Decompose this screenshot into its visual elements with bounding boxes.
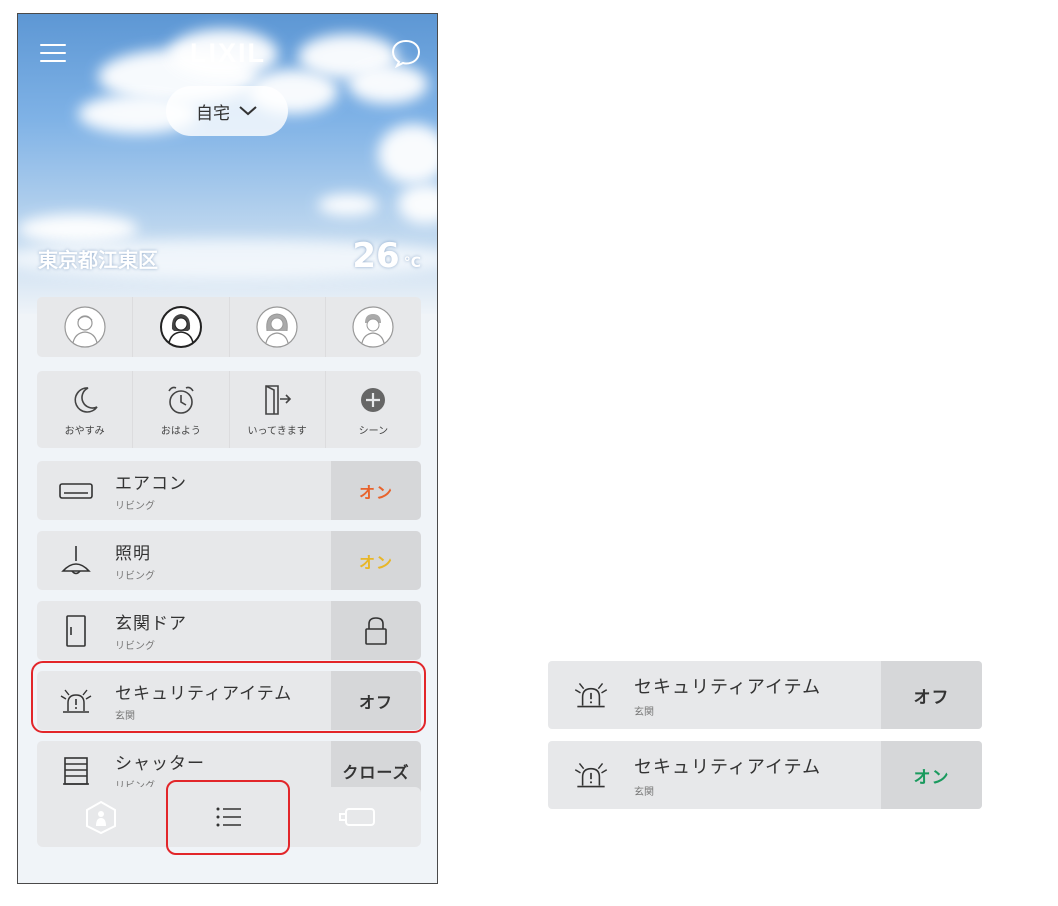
scene-oyasumi[interactable]: おやすみ: [37, 371, 134, 448]
door-exit-icon: [265, 384, 292, 415]
menu-icon[interactable]: [40, 42, 66, 64]
temperature-unit: °C: [403, 255, 421, 271]
device-name: 玄関ドア: [115, 614, 187, 634]
device-name: セキュリティアイテム: [634, 756, 822, 778]
security-row-highlight: [31, 661, 426, 733]
device-row-aircon[interactable]: エアコン リビング オン: [37, 461, 421, 520]
alarm-clock-icon: [168, 386, 194, 414]
device-icon: [339, 808, 375, 826]
temperature-readout: 26 °C: [352, 236, 421, 276]
scene-label: シーン: [358, 425, 389, 437]
plus-circle-icon: [361, 387, 386, 412]
location-selector[interactable]: 自宅: [166, 86, 288, 136]
device-row-light[interactable]: 照明 リビング オン: [37, 531, 421, 590]
phone-screen: LIXIL 自宅 東京都江東区 26 °C おやすみ おはよう いってきます シ…: [17, 13, 438, 884]
device-room: リビング: [115, 571, 155, 582]
lixil-logo: LIXIL: [190, 38, 266, 68]
scene-add[interactable]: シーン: [326, 371, 421, 448]
temperature-value: 26: [352, 236, 400, 276]
device-room: 玄関: [634, 706, 654, 718]
city-name: 東京都江東区: [38, 248, 158, 272]
scene-label: おやすみ: [64, 425, 105, 437]
device-row-door[interactable]: 玄関ドア リビング: [37, 601, 421, 660]
nav-list-highlight: [166, 780, 290, 855]
aircon-toggle-button[interactable]: オン: [331, 461, 421, 520]
security-off-button[interactable]: オフ: [881, 661, 982, 729]
alarm-siren-icon: [574, 762, 608, 788]
nav-home[interactable]: [37, 787, 165, 847]
security-detail-on[interactable]: セキュリティアイテム 玄関 オン: [548, 741, 982, 809]
boy-avatar-icon: [352, 306, 394, 348]
member-avatar-2[interactable]: [133, 297, 230, 357]
alarm-siren-icon: [574, 682, 608, 708]
home-person-icon: [86, 800, 116, 835]
security-detail-off[interactable]: セキュリティアイテム 玄関 オフ: [548, 661, 982, 729]
door-icon: [66, 614, 86, 647]
scene-label: いってきます: [247, 425, 307, 437]
girl-avatar-icon: [256, 306, 298, 348]
ceiling-light-icon: [61, 545, 91, 574]
light-toggle-button[interactable]: オン: [331, 531, 421, 590]
chat-bubble-icon[interactable]: [390, 38, 422, 68]
scene-ittekimasu[interactable]: いってきます: [230, 371, 326, 448]
scene-ohayou[interactable]: おはよう: [133, 371, 230, 448]
member-avatar-4[interactable]: [326, 297, 421, 357]
lock-icon: [365, 616, 387, 645]
member-avatar-3[interactable]: [230, 297, 326, 357]
air-conditioner-icon: [59, 482, 93, 499]
location-label: 自宅: [196, 103, 230, 124]
man-avatar-icon: [64, 306, 106, 348]
device-room: 玄関: [634, 786, 654, 798]
woman-avatar-icon: [159, 306, 202, 348]
device-name: 照明: [115, 544, 151, 564]
member-avatars: [37, 297, 421, 357]
security-on-button[interactable]: オン: [881, 741, 982, 809]
device-room: リビング: [115, 641, 155, 652]
device-name: エアコン: [115, 474, 187, 494]
device-name: シャッター: [115, 754, 205, 774]
door-lock-button[interactable]: [331, 601, 421, 660]
device-name: セキュリティアイテム: [634, 676, 822, 698]
member-avatar-1[interactable]: [37, 297, 134, 357]
nav-device[interactable]: [293, 787, 421, 847]
chevron-down-icon: [239, 106, 257, 116]
moon-icon: [74, 386, 98, 413]
device-room: リビング: [115, 501, 155, 512]
scene-bar: おやすみ おはよう いってきます シーン: [37, 371, 421, 448]
scene-label: おはよう: [160, 425, 201, 437]
shutter-icon: [63, 756, 89, 785]
